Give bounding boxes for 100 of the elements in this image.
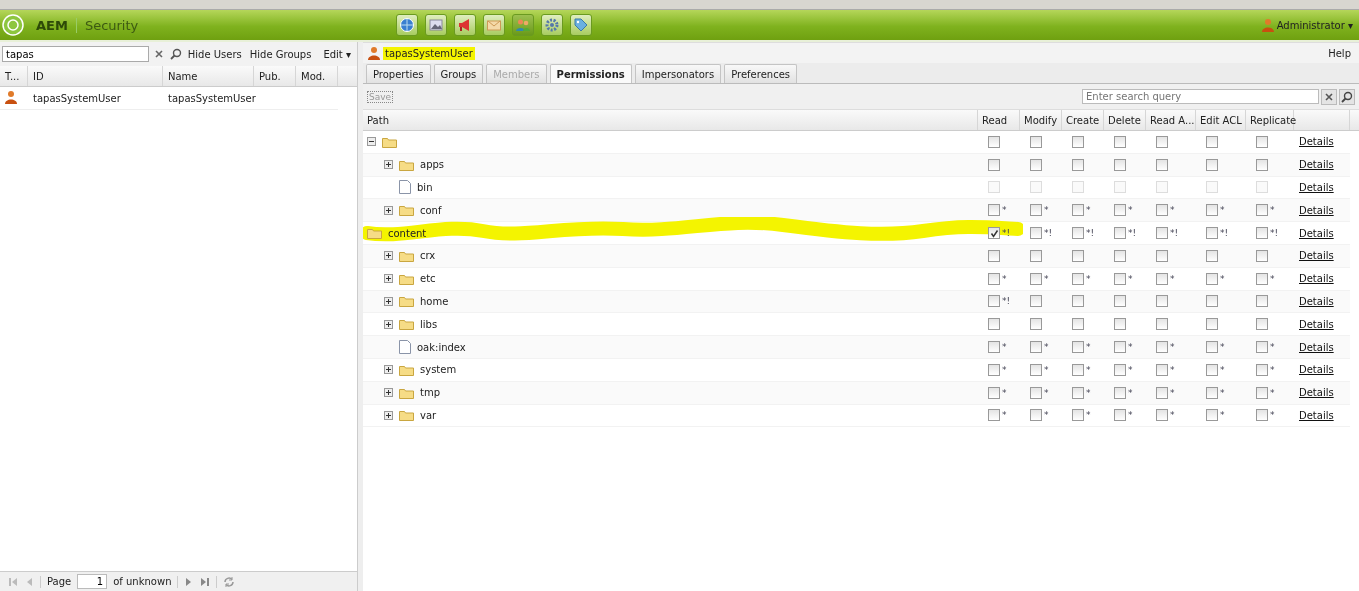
tab[interactable]: Properties xyxy=(366,64,431,83)
permission-checkbox[interactable] xyxy=(1072,409,1084,422)
permission-checkbox[interactable] xyxy=(1206,135,1218,148)
permission-checkbox[interactable] xyxy=(1156,272,1168,285)
permission-checkbox[interactable] xyxy=(1072,227,1084,240)
permission-checkbox[interactable] xyxy=(1256,341,1268,354)
permission-checkbox[interactable] xyxy=(1256,409,1268,422)
user-menu[interactable]: Administrator ▾ xyxy=(1276,19,1353,31)
permission-checkbox[interactable] xyxy=(1206,227,1218,240)
page-field[interactable]: 1 xyxy=(77,574,108,589)
permission-checkbox[interactable] xyxy=(1256,295,1268,308)
permission-checkbox[interactable] xyxy=(1072,318,1084,331)
permission-checkbox[interactable] xyxy=(1256,204,1268,217)
globe-tool-button[interactable] xyxy=(396,14,419,36)
permission-checkbox[interactable] xyxy=(1114,249,1126,262)
column-header[interactable]: T... xyxy=(0,66,28,86)
tab[interactable]: Groups xyxy=(433,64,484,83)
permission-checkbox[interactable] xyxy=(1030,272,1042,285)
column-header[interactable]: Delete xyxy=(1104,110,1146,130)
permission-checkbox[interactable] xyxy=(1072,135,1084,148)
search-field[interactable]: tapas xyxy=(2,46,149,62)
help-link[interactable]: Help xyxy=(1328,47,1351,59)
column-header[interactable]: Pub. xyxy=(254,66,296,86)
permission-checkbox[interactable] xyxy=(988,227,1000,240)
permission-checkbox[interactable] xyxy=(1114,204,1126,217)
permission-checkbox[interactable] xyxy=(1030,386,1042,399)
column-header[interactable]: Name xyxy=(163,66,254,86)
permission-checkbox[interactable] xyxy=(1030,249,1042,262)
permission-checkbox[interactable] xyxy=(1072,341,1084,354)
details-link[interactable]: Details xyxy=(1294,273,1334,285)
permission-checkbox[interactable] xyxy=(1072,204,1084,217)
permission-checkbox[interactable] xyxy=(1206,204,1218,217)
permission-checkbox[interactable] xyxy=(1256,158,1268,171)
permission-checkbox[interactable] xyxy=(1114,341,1126,354)
details-link[interactable]: Details xyxy=(1294,387,1334,399)
details-link[interactable]: Details xyxy=(1294,250,1334,262)
permission-checkbox[interactable] xyxy=(1256,363,1268,376)
permission-checkbox[interactable] xyxy=(1030,341,1042,354)
permission-checkbox[interactable] xyxy=(1206,295,1218,308)
permission-checkbox[interactable] xyxy=(1072,386,1084,399)
permission-checkbox[interactable] xyxy=(1114,135,1126,148)
path-name[interactable]: content xyxy=(388,227,427,239)
permission-checkbox[interactable] xyxy=(1156,386,1168,399)
megaphone-tool-button[interactable] xyxy=(454,14,477,36)
path-name[interactable]: crx xyxy=(420,250,436,262)
permission-checkbox[interactable] xyxy=(1030,295,1042,308)
permission-checkbox[interactable] xyxy=(1114,227,1126,240)
permission-checkbox[interactable] xyxy=(1072,295,1084,308)
picture-tool-button[interactable] xyxy=(425,14,448,36)
permission-checkbox[interactable] xyxy=(1206,318,1218,331)
search-field[interactable]: Enter search query xyxy=(1082,89,1319,104)
expander-icon[interactable] xyxy=(384,205,393,215)
details-link[interactable]: Details xyxy=(1294,227,1334,239)
path-name[interactable]: var xyxy=(420,409,437,421)
column-header[interactable]: Edit ACL xyxy=(1196,110,1246,130)
permission-checkbox[interactable] xyxy=(1256,386,1268,399)
column-header[interactable]: Mod. xyxy=(296,66,338,86)
clear-icon[interactable] xyxy=(1321,88,1337,105)
permission-checkbox[interactable] xyxy=(1114,158,1126,171)
path-name[interactable]: system xyxy=(420,364,457,376)
permission-checkbox[interactable] xyxy=(1072,363,1084,376)
permission-checkbox[interactable] xyxy=(1206,272,1218,285)
permission-checkbox[interactable] xyxy=(1030,135,1042,148)
expander-icon[interactable] xyxy=(384,160,393,170)
permission-checkbox[interactable] xyxy=(1030,363,1042,376)
permission-checkbox[interactable] xyxy=(1156,227,1168,240)
permission-checkbox[interactable] xyxy=(988,295,1000,308)
permission-checkbox[interactable] xyxy=(1256,249,1268,262)
details-link[interactable]: Details xyxy=(1294,159,1334,171)
details-link[interactable]: Details xyxy=(1294,204,1334,216)
expander-icon[interactable] xyxy=(384,296,393,306)
path-name[interactable]: conf xyxy=(420,204,442,216)
permission-checkbox[interactable] xyxy=(988,409,1000,422)
permission-checkbox[interactable] xyxy=(1256,227,1268,240)
permission-checkbox[interactable] xyxy=(1114,409,1126,422)
tab[interactable]: Permissions xyxy=(549,64,632,83)
permission-checkbox[interactable] xyxy=(1114,363,1126,376)
permission-checkbox[interactable] xyxy=(1256,272,1268,285)
permission-checkbox[interactable] xyxy=(1156,363,1168,376)
permission-checkbox[interactable] xyxy=(1206,409,1218,422)
permission-checkbox[interactable] xyxy=(1114,295,1126,308)
permission-checkbox[interactable] xyxy=(1206,249,1218,262)
details-link[interactable]: Details xyxy=(1294,295,1334,307)
permission-checkbox[interactable] xyxy=(988,363,1000,376)
permission-checkbox[interactable] xyxy=(1114,386,1126,399)
permission-checkbox[interactable] xyxy=(1072,158,1084,171)
expander-icon[interactable] xyxy=(384,388,393,398)
permission-checkbox[interactable] xyxy=(988,158,1000,171)
permission-checkbox[interactable] xyxy=(988,272,1000,285)
permission-checkbox[interactable] xyxy=(1072,272,1084,285)
filter-button[interactable]: Hide Groups xyxy=(247,48,314,60)
permission-checkbox[interactable] xyxy=(1030,409,1042,422)
permission-checkbox[interactable] xyxy=(1114,318,1126,331)
expander-icon[interactable] xyxy=(384,251,393,261)
column-header[interactable]: Path xyxy=(363,110,978,130)
expander-icon[interactable] xyxy=(367,137,376,147)
path-name[interactable]: oak:index xyxy=(417,341,466,353)
details-link[interactable]: Details xyxy=(1294,136,1334,148)
permission-checkbox[interactable] xyxy=(1206,158,1218,171)
permission-checkbox[interactable] xyxy=(1114,272,1126,285)
